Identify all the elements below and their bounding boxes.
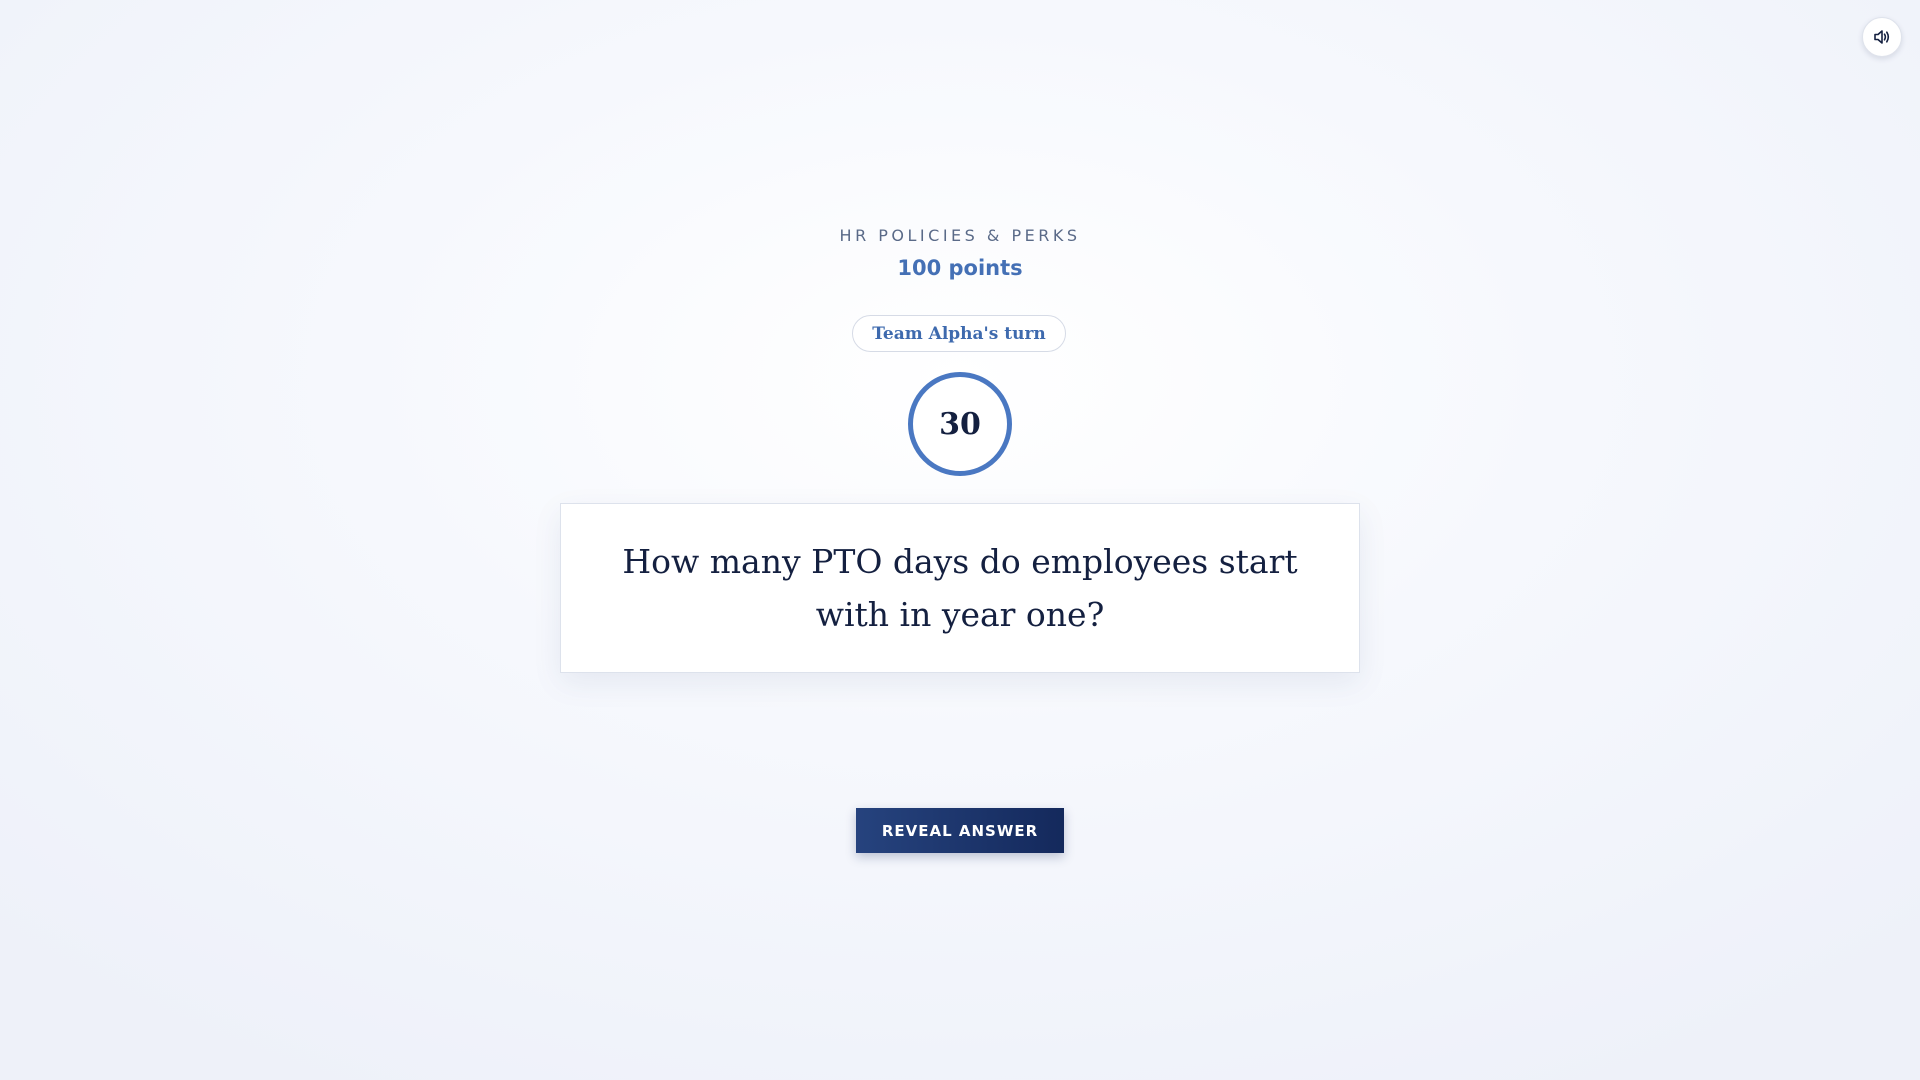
sound-toggle-button[interactable]: [1862, 17, 1902, 57]
reveal-answer-button[interactable]: REVEAL ANSWER: [856, 808, 1064, 853]
question-card: How many PTO days do employees start wit…: [560, 503, 1360, 673]
speaker-volume-icon: [1873, 29, 1891, 45]
game-stage: HR POLICIES & PERKS 100 points Team Alph…: [0, 0, 1920, 1080]
team-turn-badge: Team Alpha's turn: [852, 315, 1066, 352]
category-label: HR POLICIES & PERKS: [839, 226, 1081, 245]
question-text: How many PTO days do employees start wit…: [622, 542, 1298, 634]
points-value: 100 points: [897, 256, 1023, 280]
countdown-timer: 30: [908, 372, 1012, 476]
